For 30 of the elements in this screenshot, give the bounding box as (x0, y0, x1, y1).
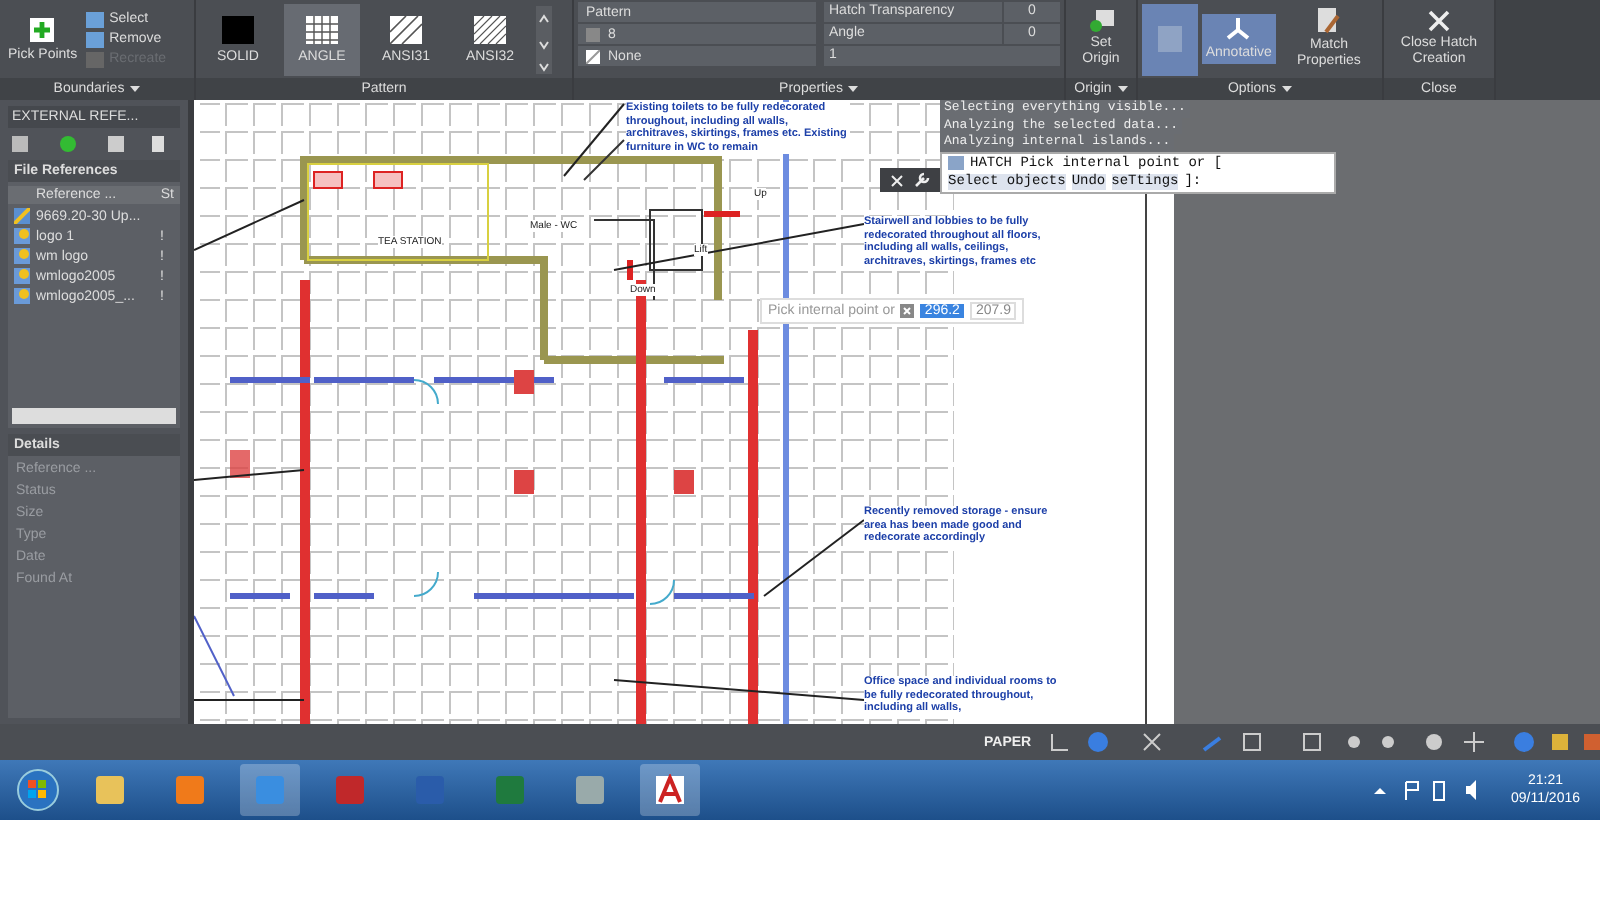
pattern-preview-icon (222, 15, 254, 43)
page-icon (1157, 26, 1182, 52)
close-icon[interactable] (890, 173, 904, 187)
xref-file-icon (14, 268, 30, 284)
gallery-scroll-icon[interactable] (536, 5, 552, 73)
close-icon (1428, 10, 1450, 32)
start-button-icon[interactable] (16, 768, 60, 812)
caret-icon[interactable] (130, 86, 141, 92)
xref-file-icon (14, 288, 30, 304)
option-icon (1316, 8, 1341, 34)
caret-icon[interactable] (848, 86, 859, 92)
no-color-icon (586, 49, 600, 63)
caret-icon[interactable] (1117, 86, 1128, 92)
origin-icon (1089, 10, 1113, 32)
pattern-preview-icon (306, 15, 338, 43)
palette-toolbar-icon[interactable] (8, 134, 168, 154)
pattern-preview-icon (474, 15, 506, 43)
cad-app-icon[interactable] (640, 764, 700, 816)
horizontal-scrollbar[interactable] (12, 408, 176, 424)
pattern-preview-icon (390, 15, 422, 43)
options-arrow-icon[interactable] (900, 304, 915, 318)
xref-file-icon (14, 248, 30, 264)
wrench-icon[interactable] (914, 172, 930, 188)
option-icon (1226, 16, 1251, 42)
plus-icon (28, 15, 57, 43)
xref-file-icon (14, 228, 30, 244)
color-swatch-icon (586, 27, 600, 41)
xref-file-icon (14, 208, 30, 224)
command-icon (948, 156, 964, 170)
caret-icon[interactable] (1282, 86, 1293, 92)
